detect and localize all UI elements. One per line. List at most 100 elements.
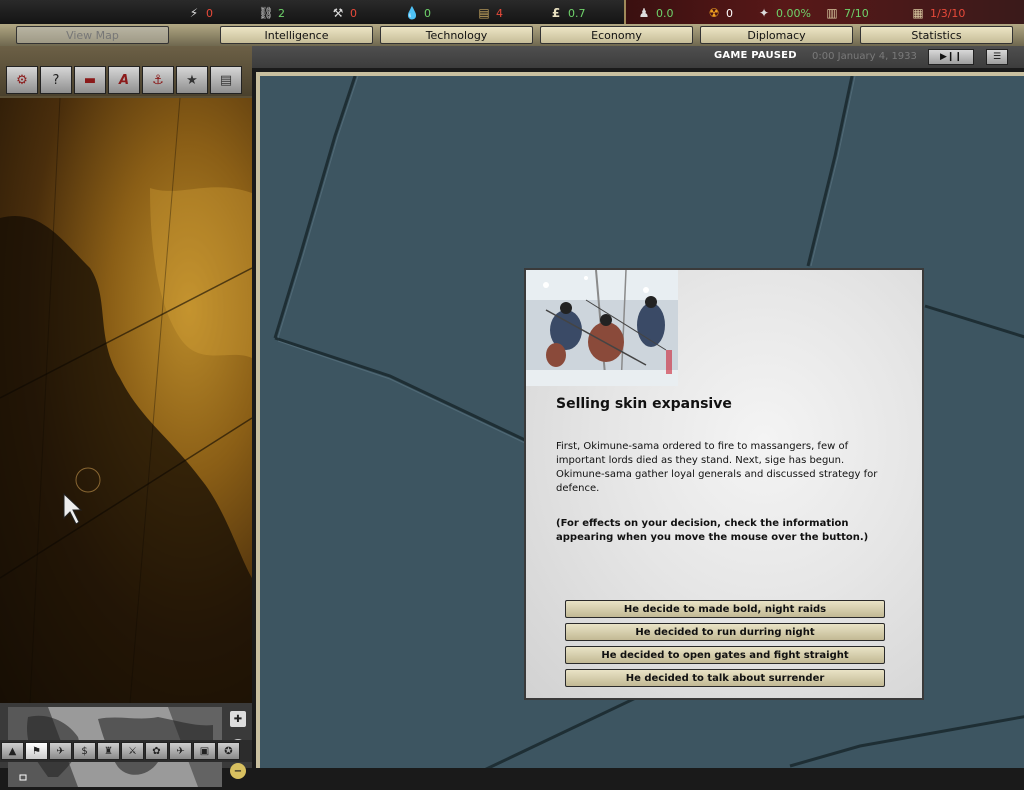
tab-view-map[interactable]: View Map — [16, 26, 169, 44]
tab-intelligence[interactable]: Intelligence — [220, 26, 373, 44]
energy-icon: ⚡ — [189, 6, 199, 20]
dollar-icon: $ — [81, 745, 88, 757]
rare-materials-icon: ⚒ — [332, 6, 344, 20]
zoom-out-icon: − — [233, 765, 243, 777]
event-description: First, Okimune-sama ordered to fire to m… — [556, 441, 878, 494]
production-tool-icon: ⚙ — [16, 72, 28, 88]
menu-icon: ☰ — [992, 52, 1002, 62]
diplomacy-icon: ✪ — [224, 745, 233, 757]
left-overview-map[interactable] — [0, 98, 252, 703]
filter-resources-button[interactable]: ♜ — [97, 742, 120, 760]
tab-technology[interactable]: Technology — [380, 26, 533, 44]
main-tab-bar: View Map Intelligence Technology Economy… — [0, 24, 1024, 48]
left-panel: ⚙ ? ▬ A ⚓ ★ ▤ ✚ − ▲ ⚑ ✈ $ ♜ ⚔ ✿ ✈ ▣ ✪ — [0, 46, 252, 787]
metal-value: 2 — [278, 6, 285, 20]
dissent-value: 0.00% — [776, 6, 811, 20]
misc-tool-button[interactable]: ▤ — [210, 66, 242, 94]
nuke-icon: ☢ — [708, 6, 720, 20]
play-pause-icon: ▶❙❙ — [939, 52, 962, 62]
stat-nukes[interactable]: ☢ 0 — [706, 5, 733, 21]
energy-value: 0 — [206, 6, 213, 20]
overview-map-art — [0, 98, 252, 703]
game-date: 0:00 January 4, 1933 — [812, 51, 917, 62]
resource-energy[interactable]: ⚡ 0 — [186, 5, 213, 21]
misc-tool-icon: ▤ — [219, 72, 233, 88]
national-stats-bar: ♟ 0.0 ☢ 0 ✦ 0.00% ▥ 7/10 ▦ 1/3/10 — [624, 0, 1024, 26]
stat-transport[interactable]: ▥ 7/10 — [824, 5, 869, 21]
flag-icon: ⚑ — [32, 745, 41, 757]
rare-materials-value: 0 — [350, 6, 357, 20]
menu-button[interactable]: ☰ — [986, 49, 1008, 65]
resource-rare-materials[interactable]: ⚒ 0 — [330, 5, 357, 21]
oil-icon: 💧 — [404, 6, 420, 20]
swords-icon: ⚔ — [128, 745, 137, 757]
zoom-out-button[interactable]: − — [230, 763, 246, 779]
map-filter-bar: ▲ ⚑ ✈ $ ♜ ⚔ ✿ ✈ ▣ ✪ — [0, 740, 252, 762]
resource-supplies[interactable]: ▤ 4 — [476, 5, 503, 21]
resource-bar: ⚡ 0 ⛓ 2 ⚒ 0 💧 0 ▤ 4 £ 0.7 ♟ 0.0 ☢ 0 ✦ 0.… — [0, 0, 1024, 26]
play-pause-button[interactable]: ▶❙❙ — [928, 49, 974, 65]
event-effects-hint: (For effects on your decision, check the… — [556, 518, 869, 543]
resource-metal[interactable]: ⛓ 2 — [258, 5, 285, 21]
filter-political-button[interactable]: ⚑ — [25, 742, 48, 760]
filter-supply-button[interactable]: ✈ — [49, 742, 72, 760]
filter-weather-button[interactable]: ✿ — [145, 742, 168, 760]
air-icon: ✈ — [176, 745, 185, 757]
event-option-surrender[interactable]: He decided to talk about surrender — [565, 669, 885, 687]
samurai-battle-image — [526, 269, 678, 387]
event-title: Selling skin expansive — [556, 396, 732, 412]
event-option-night-raids[interactable]: He decide to made bold, night raids — [565, 600, 885, 618]
event-picture — [526, 269, 678, 387]
convoy-icon: ▦ — [912, 6, 924, 20]
navy-tool-icon: ⚓ — [152, 72, 164, 88]
tab-statistics[interactable]: Statistics — [860, 26, 1013, 44]
tab-diplomacy[interactable]: Diplomacy — [700, 26, 853, 44]
leaders-tool-button[interactable]: ★ — [176, 66, 208, 94]
resource-money[interactable]: £ 0.7 — [548, 5, 586, 21]
metal-icon: ⛓ — [258, 6, 274, 20]
stat-manpower[interactable]: ♟ 0.0 — [636, 5, 674, 21]
army-tool-icon: ▬ — [83, 72, 97, 88]
manpower-icon: ♟ — [638, 6, 650, 20]
filter-terrain-button[interactable]: ▲ — [1, 742, 24, 760]
dissent-icon: ✦ — [758, 6, 770, 20]
supplies-icon: ▤ — [478, 6, 490, 20]
production-tool-button[interactable]: ⚙ — [6, 66, 38, 94]
game-paused-label: GAME PAUSED — [714, 50, 797, 61]
filter-infrastructure-button[interactable]: ▣ — [193, 742, 216, 760]
weather-icon: ✿ — [152, 745, 161, 757]
money-value: 0.7 — [568, 6, 586, 20]
mission-tool-button[interactable]: ? — [40, 66, 72, 94]
move-icon: ✚ — [233, 713, 243, 725]
oil-value: 0 — [424, 6, 431, 20]
infrastructure-icon: ▣ — [199, 745, 210, 757]
resource-oil[interactable]: 💧 0 — [404, 5, 431, 21]
airforce-tool-icon: A — [118, 72, 130, 88]
event-option-open-gates[interactable]: He decided to open gates and fight strai… — [565, 646, 885, 664]
airforce-tool-button[interactable]: A — [108, 66, 140, 94]
transport-value: 7/10 — [844, 6, 869, 20]
nukes-value: 0 — [726, 6, 733, 20]
filter-diplomacy-button[interactable]: ✪ — [217, 742, 240, 760]
unit-toolbar: ⚙ ? ▬ A ⚓ ★ ▤ — [0, 46, 252, 96]
manpower-value: 0.0 — [656, 6, 674, 20]
supplies-value: 4 — [496, 6, 503, 20]
leaders-tool-icon: ★ — [186, 72, 198, 88]
stat-dissent[interactable]: ✦ 0.00% — [756, 5, 811, 21]
filter-air-button[interactable]: ✈ — [169, 742, 192, 760]
tab-economy[interactable]: Economy — [540, 26, 693, 44]
minimap-expand-button[interactable]: ✚ — [230, 711, 246, 727]
game-status-strip: GAME PAUSED 0:00 January 4, 1933 ▶❙❙ ☰ — [252, 46, 1024, 68]
filter-military-button[interactable]: ⚔ — [121, 742, 144, 760]
stat-convoys[interactable]: ▦ 1/3/10 — [910, 5, 965, 21]
transport-icon: ▥ — [826, 6, 838, 20]
army-tool-button[interactable]: ▬ — [74, 66, 106, 94]
convoys-value: 1/3/10 — [930, 6, 966, 20]
resource-icon: ♜ — [104, 745, 113, 757]
event-dialog: Selling skin expansive First, Okimune-sa… — [524, 268, 924, 700]
navy-tool-button[interactable]: ⚓ — [142, 66, 174, 94]
supply-icon: ✈ — [56, 745, 65, 757]
mission-tool-icon: ? — [52, 72, 60, 88]
filter-economy-button[interactable]: $ — [73, 742, 96, 760]
event-option-run-at-night[interactable]: He decided to run durring night — [565, 623, 885, 641]
